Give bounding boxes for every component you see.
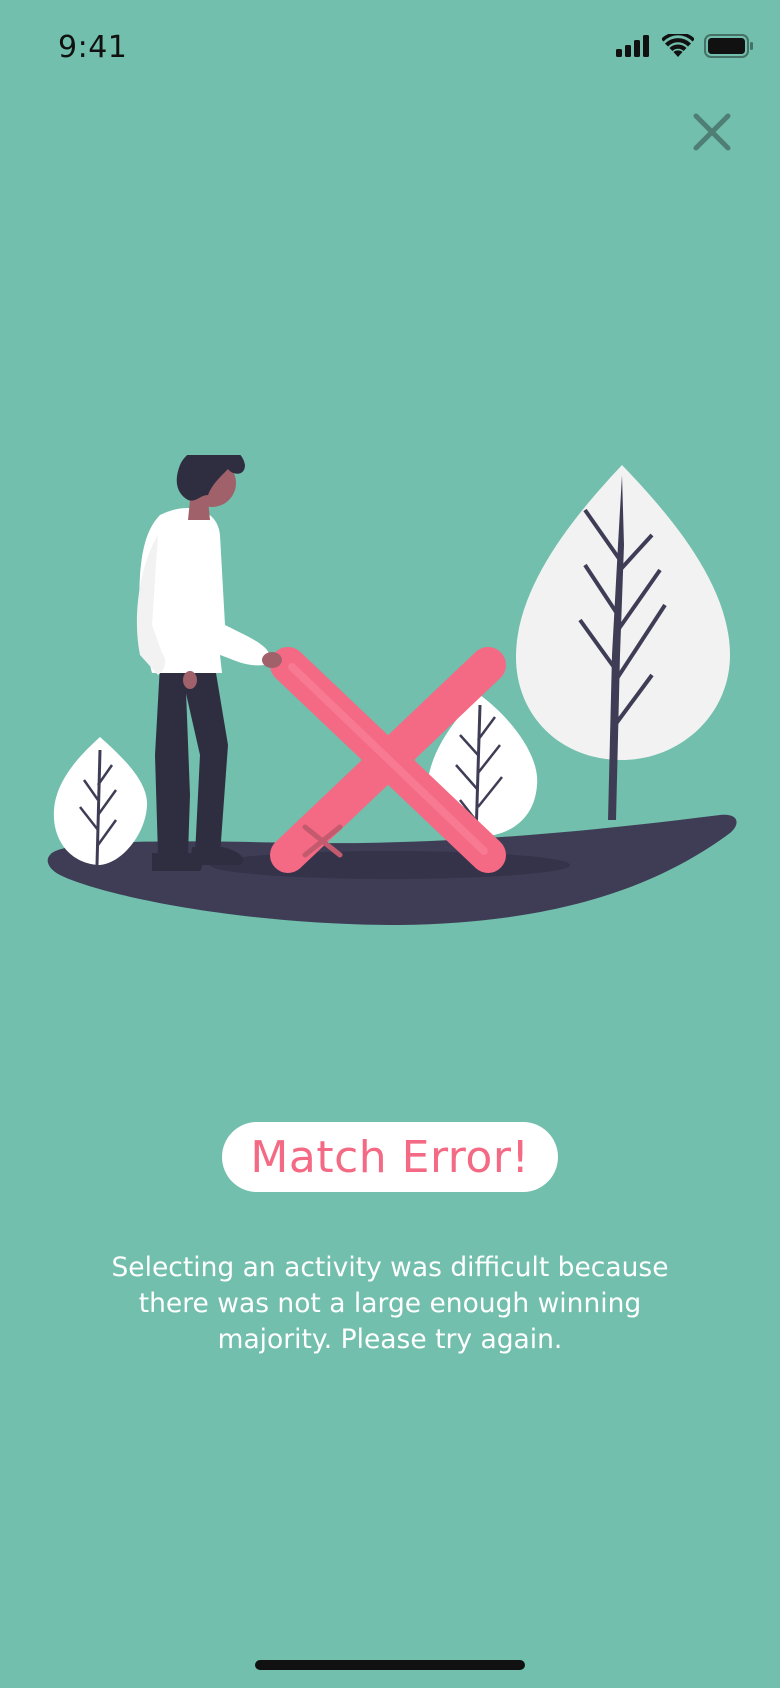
person-figure [136, 445, 282, 871]
person-with-x-mark-illustration [40, 445, 740, 940]
cellular-signal-icon [616, 34, 652, 58]
status-bar: 9:41 [0, 0, 780, 100]
match-error-screen: 9:41 Match Error! Selecting an activity … [0, 0, 780, 1688]
status-icons [616, 34, 754, 58]
close-icon [693, 113, 731, 151]
home-indicator[interactable] [255, 1660, 525, 1670]
error-message: Selecting an activity was difficult beca… [111, 1252, 669, 1355]
battery-icon [704, 34, 754, 58]
wifi-icon [662, 34, 694, 58]
large-leaf-right [515, 465, 730, 820]
ground-shadow [210, 851, 570, 879]
match-error-title-pill: Match Error! [222, 1122, 558, 1192]
page-title: Match Error! [250, 1131, 530, 1183]
status-time: 9:41 [58, 30, 128, 65]
close-button[interactable] [688, 108, 736, 156]
